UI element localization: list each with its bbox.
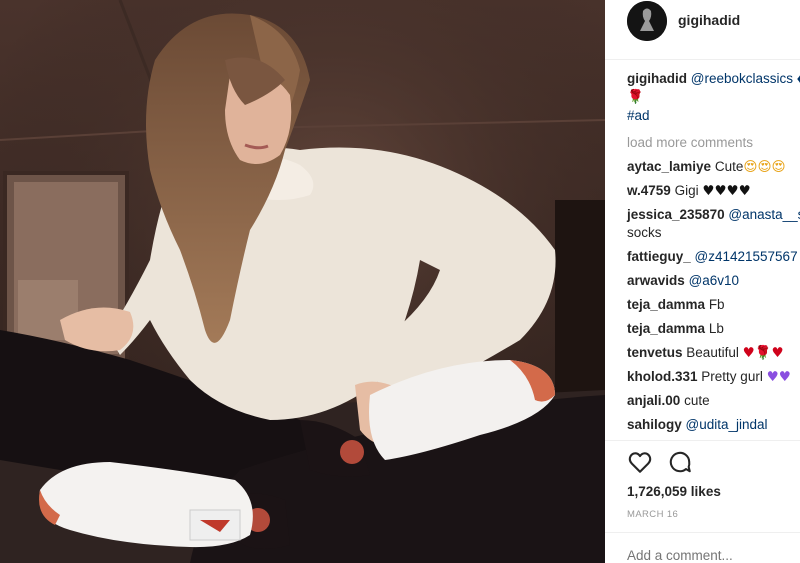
caption-trail: ♦	[793, 71, 800, 86]
comment-emoji: ♥♥	[766, 369, 791, 385]
load-more-label: load more comments	[627, 135, 754, 150]
comment-text: cute	[684, 393, 710, 408]
comment-item: anjali.00 cute	[627, 392, 710, 410]
add-comment-input[interactable]	[627, 548, 797, 563]
avatar[interactable]	[627, 1, 667, 41]
speech-bubble-icon	[669, 451, 691, 473]
header-username[interactable]: gigihadid	[678, 12, 740, 28]
comment-text: Gigi	[674, 183, 699, 198]
comment-mention[interactable]: @udita_jindal	[686, 417, 768, 432]
caption-mention[interactable]: @reebokclassics	[691, 71, 793, 86]
comment-emoji: ♥🌹♥	[742, 345, 784, 361]
caption-line: gigihadid @reebokclassics ♦	[627, 70, 800, 88]
rose-emoji: 🌹	[627, 89, 644, 105]
comment-username[interactable]: jessica_235870	[627, 207, 725, 222]
comment-text: Fb	[708, 297, 725, 312]
comment-username[interactable]: fattieguy_	[627, 249, 691, 264]
comment-emoji: ♥♥♥♥	[702, 183, 751, 199]
comment-item: kholod.331 Pretty gurl ♥♥	[627, 368, 791, 386]
comment-username[interactable]: aytac_lamiye	[627, 159, 711, 174]
comment-item: teja_damma Fb	[627, 296, 725, 314]
comment-mention[interactable]: @anasta__si	[728, 207, 800, 222]
heart-outline-icon	[628, 452, 652, 473]
photo-artwork	[0, 0, 605, 563]
comment-mention[interactable]: @z41421557567	[695, 249, 798, 264]
comment-username[interactable]: teja_damma	[627, 321, 705, 336]
comment-username[interactable]: teja_damma	[627, 297, 705, 312]
like-button[interactable]	[627, 449, 653, 475]
comment-item: arwavids @a6v10	[627, 272, 739, 290]
comment-item: fattieguy_ @z41421557567	[627, 248, 798, 266]
comment-text: socks	[627, 225, 662, 240]
comment-item: jessica_235870 @anasta__si	[627, 206, 800, 224]
comment-text: Cute	[714, 159, 744, 174]
likes-count[interactable]: 1,726,059 likes	[627, 484, 721, 499]
actions-divider	[605, 440, 800, 441]
caption-hashtag-line: #ad	[627, 107, 650, 125]
comment-text: Lb	[708, 321, 724, 336]
avatar-image	[627, 1, 667, 41]
comment-username[interactable]: kholod.331	[627, 369, 698, 384]
caption-emoji-line: 🌹	[627, 88, 644, 106]
post-sidebar: gigihadid gigihadid @reebokclassics ♦ 🌹 …	[605, 0, 800, 563]
comment-text: Beautiful	[686, 345, 739, 360]
comment-username[interactable]: sahilogy	[627, 417, 682, 432]
comment-item: tenvetus Beautiful ♥🌹♥	[627, 344, 784, 362]
post-photo[interactable]	[0, 0, 605, 563]
comment-item: aytac_lamiye Cute😍😍😍	[627, 158, 786, 176]
comment-emoji: 😍😍😍	[743, 159, 786, 175]
comment-item: sahilogy @udita_jindal	[627, 416, 768, 434]
comment-username[interactable]: w.4759	[627, 183, 671, 198]
comment-button[interactable]	[667, 449, 693, 475]
post-header: gigihadid	[605, 0, 800, 60]
caption-username[interactable]: gigihadid	[627, 71, 687, 86]
comment-username[interactable]: tenvetus	[627, 345, 683, 360]
caption-hashtag[interactable]: #ad	[627, 108, 650, 123]
comment-item: w.4759 Gigi ♥♥♥♥	[627, 182, 751, 200]
comment-username[interactable]: arwavids	[627, 273, 685, 288]
comment-item: teja_damma Lb	[627, 320, 724, 338]
post-date[interactable]: MARCH 16	[627, 509, 678, 520]
comment-username[interactable]: anjali.00	[627, 393, 680, 408]
load-more-comments[interactable]: load more comments	[627, 134, 753, 152]
comment-mention[interactable]: @a6v10	[689, 273, 740, 288]
comment-continuation: socks	[627, 224, 662, 242]
comment-text: Pretty gurl	[701, 369, 763, 384]
